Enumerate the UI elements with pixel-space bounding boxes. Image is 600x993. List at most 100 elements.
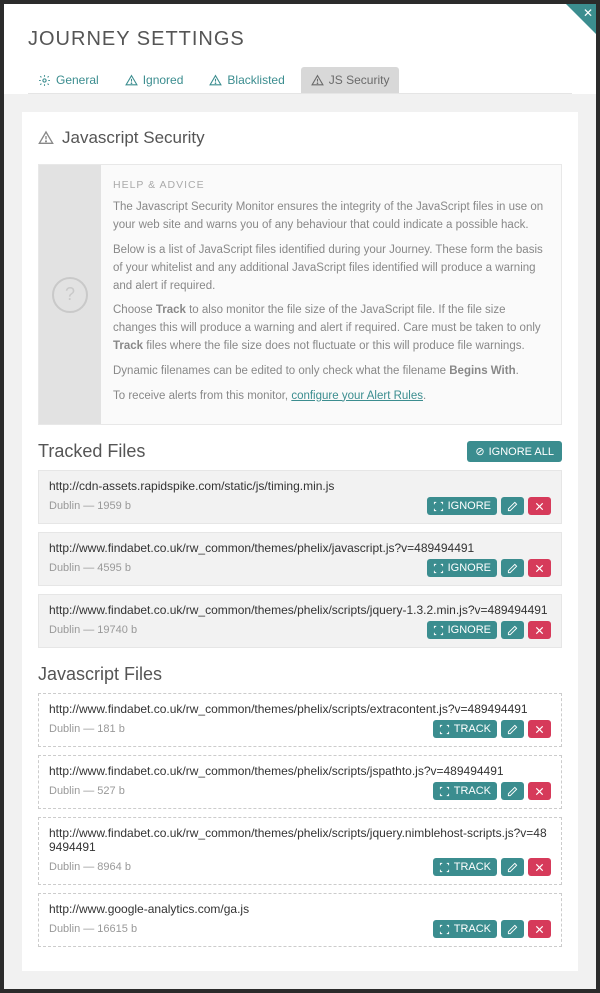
edit-button[interactable] (501, 858, 524, 876)
pencil-icon (507, 786, 518, 797)
modal-header: JOURNEY SETTINGS GeneralIgnoredBlacklist… (4, 4, 596, 94)
file-item: http://cdn-assets.rapidspike.com/static/… (38, 470, 562, 524)
ignore-button[interactable]: IGNORE (427, 621, 497, 639)
pencil-icon (507, 924, 518, 935)
pencil-icon (507, 563, 518, 574)
edit-button[interactable] (501, 782, 524, 800)
pencil-icon (507, 862, 518, 873)
track-button[interactable]: TRACK (433, 720, 497, 738)
help-panel: ? HELP & ADVICE The Javascript Security … (38, 164, 562, 425)
delete-button[interactable] (528, 720, 551, 738)
file-url: http://www.findabet.co.uk/rw_common/them… (49, 702, 551, 716)
file-url: http://www.findabet.co.uk/rw_common/them… (49, 764, 551, 778)
file-meta: Dublin — 16615 b (49, 923, 137, 935)
file-actions: TRACK (433, 920, 551, 938)
file-item: http://www.findabet.co.uk/rw_common/them… (38, 532, 562, 586)
collapse-icon (433, 625, 444, 636)
warning-icon (209, 74, 222, 87)
ignore-button[interactable]: IGNORE (427, 497, 497, 515)
ban-icon: ⊘ (475, 445, 484, 458)
close-icon (534, 563, 545, 574)
tracked-list: http://cdn-assets.rapidspike.com/static/… (38, 470, 562, 648)
tab-ignored[interactable]: Ignored (115, 67, 194, 93)
warning-icon (38, 130, 54, 146)
delete-button[interactable] (528, 920, 551, 938)
warning-icon (311, 74, 324, 87)
help-p1: The Javascript Security Monitor ensures … (113, 199, 547, 235)
modal-body: Javascript Security ? HELP & ADVICE The … (4, 94, 596, 989)
track-button[interactable]: TRACK (433, 782, 497, 800)
file-item: http://www.findabet.co.uk/rw_common/them… (38, 693, 562, 747)
edit-button[interactable] (501, 720, 524, 738)
file-meta: Dublin — 1959 b (49, 500, 131, 512)
warning-icon (125, 74, 138, 87)
file-actions: IGNORE (427, 621, 551, 639)
jsfiles-title: Javascript Files (38, 664, 162, 685)
file-meta: Dublin — 181 b (49, 723, 125, 735)
file-item: http://www.findabet.co.uk/rw_common/them… (38, 594, 562, 648)
help-text: HELP & ADVICE The Javascript Security Mo… (113, 165, 561, 424)
collapse-icon (439, 786, 450, 797)
help-p2: Below is a list of JavaScript files iden… (113, 242, 547, 295)
question-icon: ? (52, 277, 88, 313)
file-item: http://www.findabet.co.uk/rw_common/them… (38, 817, 562, 885)
alert-rules-link[interactable]: configure your Alert Rules (291, 390, 423, 402)
delete-button[interactable] (528, 497, 551, 515)
jsfiles-list: http://www.findabet.co.uk/rw_common/them… (38, 693, 562, 947)
help-p3: Choose Track to also monitor the file si… (113, 302, 547, 355)
file-actions: IGNORE (427, 559, 551, 577)
file-url: http://www.google-analytics.com/ga.js (49, 902, 551, 916)
close-icon (534, 501, 545, 512)
tracked-title: Tracked Files (38, 441, 145, 462)
file-actions: TRACK (433, 720, 551, 738)
help-p5: To receive alerts from this monitor, con… (113, 388, 547, 406)
edit-button[interactable] (501, 559, 524, 577)
collapse-icon (433, 501, 444, 512)
file-meta: Dublin — 8964 b (49, 861, 131, 873)
help-icon-col: ? (39, 165, 101, 424)
settings-modal: JOURNEY SETTINGS GeneralIgnoredBlacklist… (4, 4, 596, 989)
delete-button[interactable] (528, 858, 551, 876)
tab-js-security[interactable]: JS Security (301, 67, 400, 93)
file-meta: Dublin — 4595 b (49, 562, 131, 574)
help-heading: HELP & ADVICE (113, 177, 547, 193)
close-icon (534, 862, 545, 873)
file-actions: IGNORE (427, 497, 551, 515)
file-url: http://www.findabet.co.uk/rw_common/them… (49, 826, 551, 854)
jsfiles-header: Javascript Files (38, 664, 562, 685)
page-title: JOURNEY SETTINGS (28, 28, 572, 51)
collapse-icon (439, 862, 450, 873)
section-title-text: Javascript Security (62, 128, 205, 148)
pencil-icon (507, 724, 518, 735)
content-card: Javascript Security ? HELP & ADVICE The … (22, 112, 578, 971)
edit-button[interactable] (501, 497, 524, 515)
file-actions: TRACK (433, 782, 551, 800)
ignore-button[interactable]: IGNORE (427, 559, 497, 577)
file-meta: Dublin — 19740 b (49, 624, 137, 636)
pencil-icon (507, 625, 518, 636)
close-icon (534, 625, 545, 636)
collapse-icon (439, 724, 450, 735)
close-icon (534, 724, 545, 735)
track-button[interactable]: TRACK (433, 858, 497, 876)
close-icon (534, 786, 545, 797)
collapse-icon (433, 563, 444, 574)
delete-button[interactable] (528, 559, 551, 577)
collapse-icon (439, 924, 450, 935)
tabs: GeneralIgnoredBlacklisted JS Security (28, 67, 572, 94)
tab-general[interactable]: General (28, 67, 109, 93)
edit-button[interactable] (501, 920, 524, 938)
ignore-all-button[interactable]: ⊘ IGNORE ALL (467, 441, 562, 462)
delete-button[interactable] (528, 621, 551, 639)
file-url: http://www.findabet.co.uk/rw_common/them… (49, 603, 551, 617)
tab-blacklisted[interactable]: Blacklisted (199, 67, 294, 93)
file-url: http://www.findabet.co.uk/rw_common/them… (49, 541, 551, 555)
file-meta: Dublin — 527 b (49, 785, 125, 797)
file-url: http://cdn-assets.rapidspike.com/static/… (49, 479, 551, 493)
file-actions: TRACK (433, 858, 551, 876)
delete-button[interactable] (528, 782, 551, 800)
edit-button[interactable] (501, 621, 524, 639)
tracked-header: Tracked Files ⊘ IGNORE ALL (38, 441, 562, 462)
track-button[interactable]: TRACK (433, 920, 497, 938)
close-button[interactable] (566, 4, 596, 34)
